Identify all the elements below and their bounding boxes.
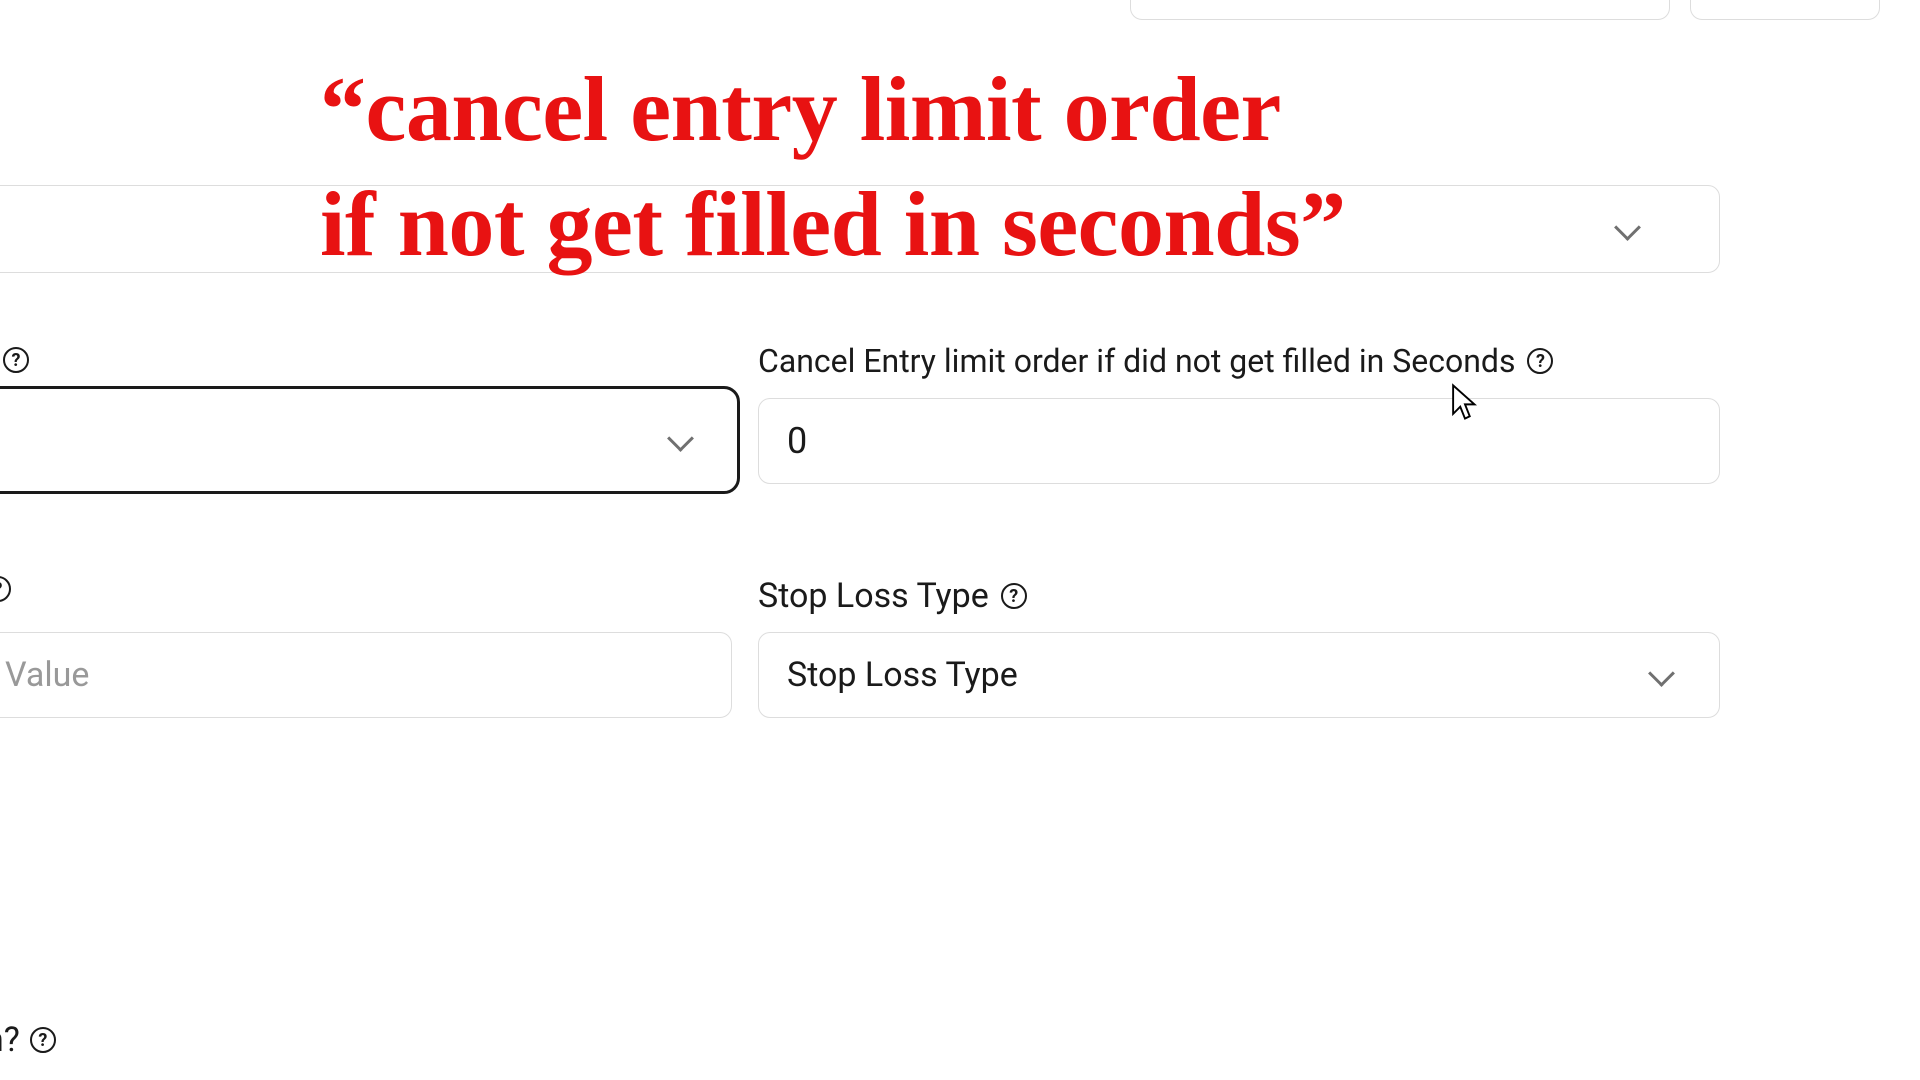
help-icon[interactable]: ? (1001, 583, 1027, 609)
top-right-input-1[interactable] (1130, 0, 1670, 20)
help-icon[interactable]: ? (30, 1027, 56, 1053)
left-field-label-partial-2: ? (0, 576, 11, 602)
stop-loss-type-dropdown[interactable]: Stop Loss Type (758, 632, 1720, 718)
cancel-entry-label: Cancel Entry limit order if did not get … (758, 342, 1515, 380)
annotation-line-2: if not get filled in seconds” (320, 167, 1346, 282)
help-icon[interactable]: ? (3, 347, 29, 373)
chevron-down-icon (1649, 668, 1673, 682)
annotation-overlay: “cancel entry limit order if not get fil… (320, 52, 1346, 282)
stop-loss-type-value: Stop Loss Type (787, 655, 1018, 695)
help-icon[interactable]: ? (0, 576, 11, 602)
bottom-field-label-partial: n? ? (0, 1020, 56, 1060)
help-icon[interactable]: ? (1527, 348, 1553, 374)
value-placeholder: Value (5, 655, 89, 695)
cancel-entry-seconds-input[interactable]: 0 (758, 398, 1720, 484)
chevron-down-icon (1615, 222, 1639, 236)
left-value-input[interactable]: Value (0, 632, 732, 718)
cancel-entry-label-row: Cancel Entry limit order if did not get … (758, 342, 1553, 380)
left-dropdown-focused[interactable] (0, 386, 740, 494)
stop-loss-type-label: Stop Loss Type (758, 576, 989, 616)
top-right-fields (1130, 0, 1880, 20)
left-field-label-partial: e ? (0, 340, 29, 380)
bottom-label-text-partial: n? (0, 1020, 20, 1060)
chevron-down-icon (668, 433, 692, 447)
annotation-line-1: “cancel entry limit order (320, 52, 1346, 167)
top-right-input-2[interactable] (1690, 0, 1880, 20)
stop-loss-type-label-row: Stop Loss Type ? (758, 576, 1027, 616)
cancel-entry-value: 0 (787, 420, 807, 462)
